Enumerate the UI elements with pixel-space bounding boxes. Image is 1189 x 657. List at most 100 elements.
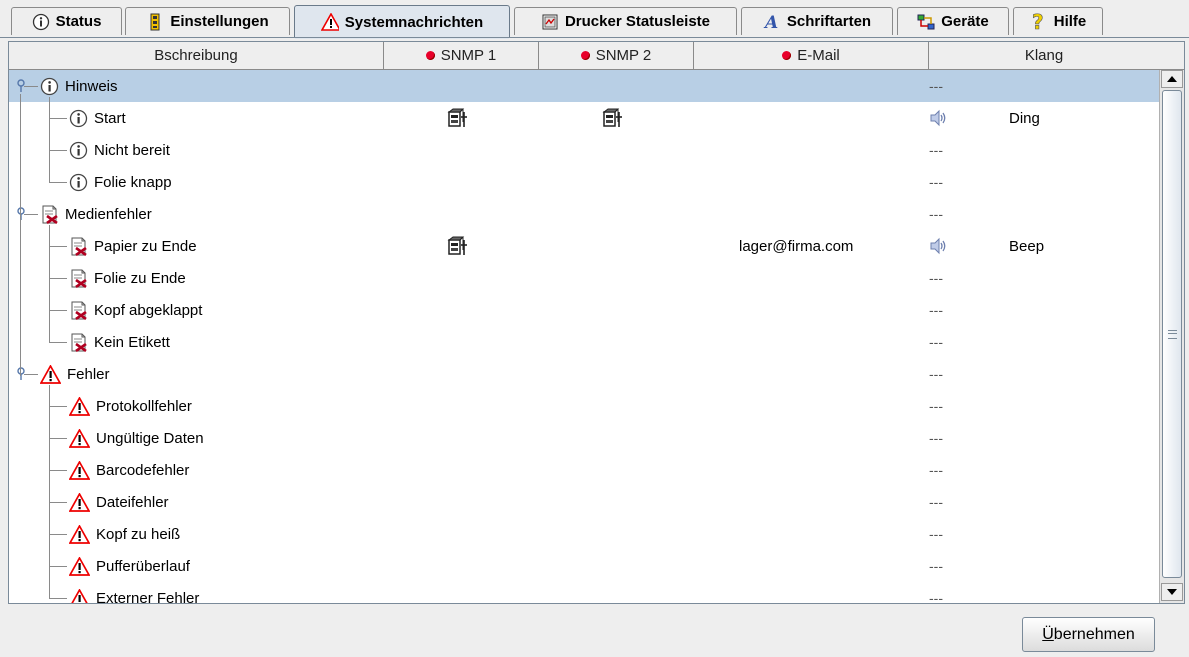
- devices-icon: [917, 13, 935, 31]
- sound-empty[interactable]: ---: [929, 422, 943, 454]
- table-row[interactable]: Pufferüberlauf ---: [9, 550, 1159, 582]
- settings-icon: [146, 13, 164, 31]
- table-row[interactable]: Ungültige Daten ---: [9, 422, 1159, 454]
- table-row[interactable]: Protokollfehler ---: [9, 390, 1159, 422]
- sound-empty[interactable]: ---: [929, 390, 943, 422]
- tab-systemnachrichten[interactable]: Systemnachrichten: [294, 5, 510, 39]
- tree-line: [49, 502, 67, 503]
- table-row[interactable]: Kopf zu heiß ---: [9, 518, 1159, 550]
- table-header: Bschreibung SNMP 1 SNMP 2 E-Mail Klang: [9, 42, 1159, 70]
- svg-text:A: A: [763, 13, 778, 31]
- arrow-up-icon: [1167, 76, 1177, 82]
- sound-empty[interactable]: ---: [929, 486, 943, 518]
- email-cell[interactable]: lager@firma.com: [739, 230, 853, 262]
- scroll-up-button[interactable]: [1161, 70, 1183, 88]
- tab-status[interactable]: Status: [11, 7, 122, 35]
- table-row[interactable]: Barcodefehler ---: [9, 454, 1159, 486]
- column-header-email[interactable]: E-Mail: [694, 42, 929, 69]
- speaker-icon[interactable]: [929, 102, 949, 134]
- tab-drucker-statusleiste[interactable]: Drucker Statusleiste: [514, 7, 737, 35]
- column-header-snmp1[interactable]: SNMP 1: [384, 42, 539, 69]
- row-label: Medienfehler: [65, 205, 152, 223]
- row-label: Barcodefehler: [96, 461, 190, 479]
- tab-hilfe[interactable]: ? Hilfe: [1013, 7, 1103, 35]
- tab-geraete[interactable]: Geräte: [897, 7, 1009, 35]
- table-row[interactable]: Externer Fehler ---: [9, 582, 1159, 604]
- tree-line: [49, 534, 67, 535]
- speaker-icon[interactable]: [929, 230, 949, 262]
- column-header-description[interactable]: Bschreibung: [9, 42, 384, 69]
- description-cell: Hinweis: [40, 70, 118, 102]
- tab-schriftarten[interactable]: A Schriftarten: [741, 7, 893, 35]
- sound-empty[interactable]: ---: [929, 134, 943, 166]
- sound-empty[interactable]: ---: [929, 582, 943, 603]
- tab-label: Schriftarten: [786, 13, 872, 30]
- snmp-trap-icon[interactable]: [602, 102, 622, 134]
- sound-empty[interactable]: ---: [929, 326, 943, 358]
- row-label: Kein Etikett: [94, 333, 170, 351]
- media-error-icon: [69, 237, 88, 256]
- column-header-label: Klang: [1024, 47, 1064, 64]
- sound-empty[interactable]: ---: [929, 550, 943, 582]
- row-label: Pufferüberlauf: [96, 557, 190, 575]
- sound-empty[interactable]: ---: [929, 198, 943, 230]
- media-error-icon: [40, 205, 59, 224]
- description-cell: Start: [69, 102, 126, 134]
- column-header-label: SNMP 2: [595, 47, 652, 64]
- info-icon: [69, 141, 88, 160]
- snmp-trap-icon[interactable]: [447, 230, 467, 262]
- row-label: Kopf abgeklappt: [94, 301, 203, 319]
- description-cell: Externer Fehler: [69, 582, 200, 604]
- info-icon: [69, 173, 88, 192]
- tree-line: [49, 470, 67, 471]
- tree-group-row[interactable]: Medienfehler ---: [9, 198, 1159, 230]
- row-label: Nicht bereit: [94, 141, 170, 159]
- tree-line: [49, 150, 67, 151]
- description-cell: Barcodefehler: [69, 454, 189, 486]
- tree-group-row[interactable]: Fehler ---: [9, 358, 1159, 390]
- sound-empty[interactable]: ---: [929, 454, 943, 486]
- description-cell: Ungültige Daten: [69, 422, 204, 454]
- tree-group-row[interactable]: Hinweis ---: [9, 70, 1159, 102]
- row-label: Folie knapp: [94, 173, 172, 191]
- snmp-trap-icon[interactable]: [447, 102, 467, 134]
- media-error-icon: [69, 301, 88, 320]
- sound-empty[interactable]: ---: [929, 166, 943, 198]
- row-label: Protokollfehler: [96, 397, 192, 415]
- row-label: Externer Fehler: [96, 589, 200, 604]
- table-row[interactable]: Nicht bereit ---: [9, 134, 1159, 166]
- tree-line: [49, 438, 67, 439]
- sound-empty[interactable]: ---: [929, 358, 943, 390]
- table-row[interactable]: Kopf abgeklappt ---: [9, 294, 1159, 326]
- tree-line: [20, 94, 21, 376]
- description-cell: Kopf zu heiß: [69, 518, 180, 550]
- sound-empty[interactable]: ---: [929, 294, 943, 326]
- warning-icon: [69, 556, 90, 576]
- tab-einstellungen[interactable]: Einstellungen: [125, 7, 290, 35]
- sound-empty[interactable]: ---: [929, 262, 943, 294]
- tree-line: [49, 342, 67, 343]
- table-row[interactable]: Start Ding: [9, 102, 1159, 134]
- sound-empty[interactable]: ---: [929, 70, 943, 102]
- vertical-scrollbar[interactable]: [1159, 70, 1184, 603]
- column-header-label: E-Mail: [797, 47, 840, 64]
- scroll-down-button[interactable]: [1161, 583, 1183, 601]
- column-header-snmp2[interactable]: SNMP 2: [539, 42, 694, 69]
- tab-divider: [0, 37, 1189, 38]
- table-row[interactable]: Kein Etikett ---: [9, 326, 1159, 358]
- description-cell: Nicht bereit: [69, 134, 170, 166]
- font-icon: A: [763, 13, 781, 31]
- table-row[interactable]: Folie knapp ---: [9, 166, 1159, 198]
- sound-empty[interactable]: ---: [929, 518, 943, 550]
- description-cell: Folie knapp: [69, 166, 172, 198]
- table-row[interactable]: Folie zu Ende ---: [9, 262, 1159, 294]
- apply-button[interactable]: Übernehmen: [1022, 617, 1155, 652]
- row-label: Hinweis: [65, 77, 118, 95]
- table-row[interactable]: Papier zu Ende lager@firma.com Beep: [9, 230, 1159, 262]
- scroll-thumb[interactable]: [1162, 90, 1182, 578]
- column-header-sound[interactable]: Klang: [929, 42, 1159, 69]
- row-label: Fehler: [67, 365, 110, 383]
- tab-label: Einstellungen: [170, 13, 269, 30]
- table-row[interactable]: Dateifehler ---: [9, 486, 1159, 518]
- warning-icon: [40, 364, 61, 384]
